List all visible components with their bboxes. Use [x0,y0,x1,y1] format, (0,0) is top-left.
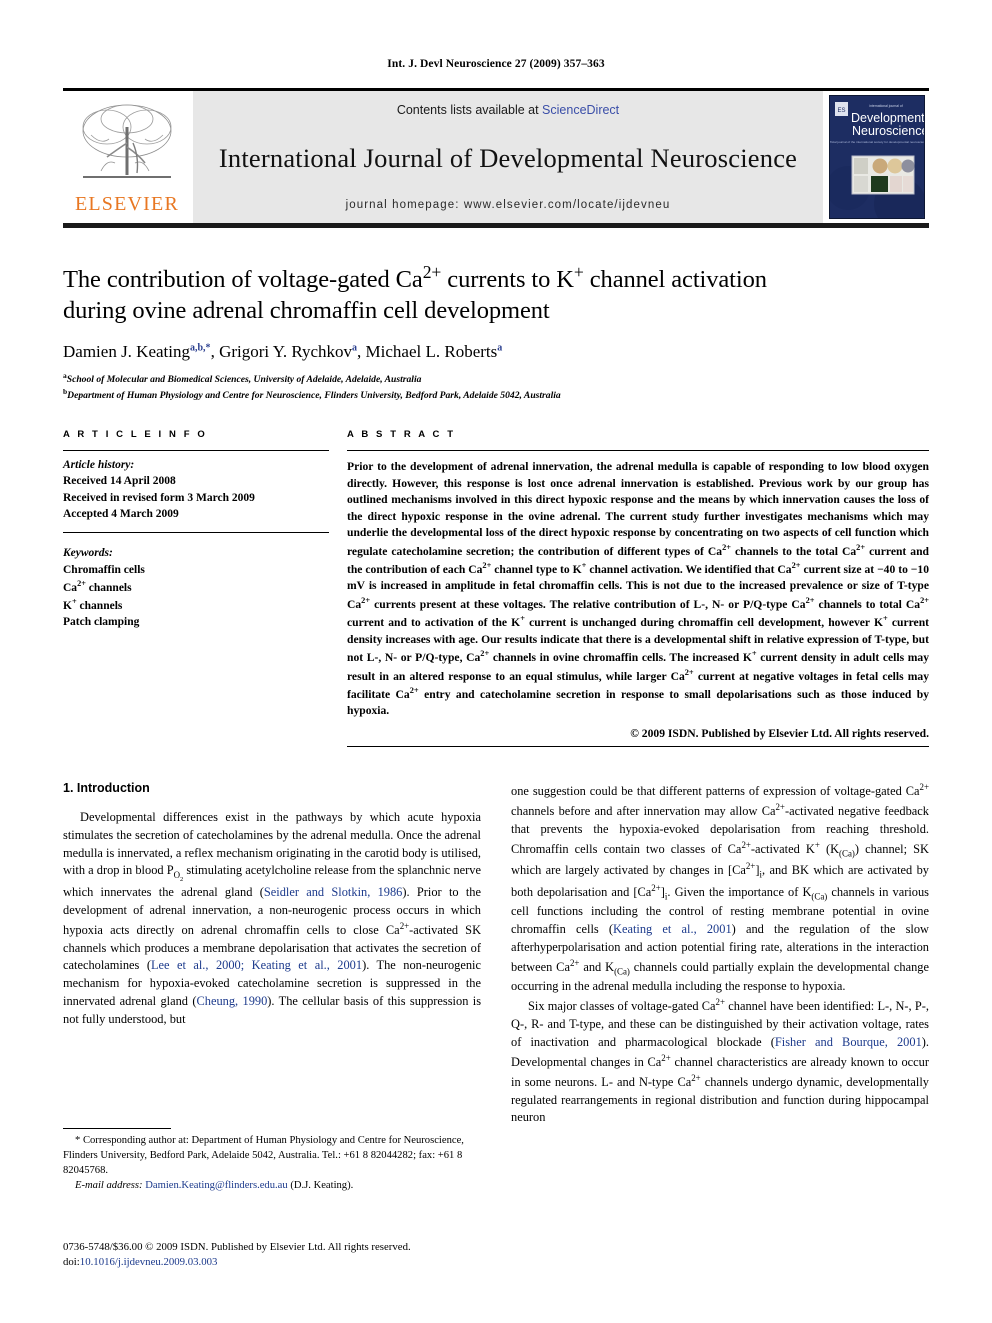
keyword-item: Chromaffin cells [63,563,145,576]
title-line-1: The contribution of voltage-gated Ca2+ c… [63,262,767,294]
svg-text:official journal of the intern: official journal of the international so… [830,140,925,144]
keywords-block: Keywords: Chromaffin cells Ca2+ channels… [63,532,329,630]
article-info-column: A R T I C L E I N F O Article history: R… [63,429,347,747]
history-item: Accepted 4 March 2009 [63,508,179,521]
footer-issn-block: 0736-5748/$36.00 © 2009 ISDN. Published … [63,1240,493,1271]
affiliation: aSchool of Molecular and Biomedical Scie… [63,371,929,387]
inline-reference[interactable]: Keating et al., 2001 [613,922,732,936]
inline-reference[interactable]: Seidler and Slotkin, 1986 [264,885,403,899]
svg-text:ES: ES [837,108,845,114]
abstract-text: Prior to the development of adrenal inne… [347,460,930,718]
doi-link[interactable]: 10.1016/j.ijdevneu.2009.03.003 [80,1256,218,1268]
journal-band: Contents lists available at ScienceDirec… [191,91,825,223]
history-item: Received in revised form 3 March 2009 [63,491,255,504]
inline-reference[interactable]: Lee et al., 2000; Keating et al., 2001 [151,958,362,972]
abstract-heading: A B S T R A C T [347,429,456,441]
paragraph: Six major classes of voltage-gated Ca2+ … [511,996,929,1125]
abstract-column: A B S T R A C T Prior to the development… [347,429,929,747]
sciencedirect-link[interactable]: ScienceDirect [542,103,619,117]
svg-text:international journal of: international journal of [869,104,902,108]
info-abstract-region: A R T I C L E I N F O Article history: R… [63,429,929,747]
footnote-area: * Corresponding author at: Department of… [63,1128,481,1194]
journal-article-page: Int. J. Devl Neuroscience 27 (2009) 357–… [0,0,992,1323]
article-history-label: Article history: [63,459,135,472]
doi-prefix: doi: [63,1256,80,1269]
author-name[interactable]: Damien J. Keating [63,342,190,361]
doi-line: doi:10.1016/j.ijdevneu.2009.03.003 [63,1255,493,1270]
issn-line: 0736-5748/$36.00 © 2009 ISDN. Published … [63,1241,411,1253]
email-suffix: (D.J. Keating). [290,1179,354,1191]
inline-reference[interactable]: Cheung, 1990 [197,994,268,1008]
email-label: E-mail address: [75,1179,143,1191]
history-item: Received 14 April 2008 [63,475,176,488]
corresponding-author-note: * Corresponding author at: Department of… [63,1135,464,1176]
abstract-bottom-rule [347,745,929,747]
author-affiliation-marks: a [497,342,503,354]
svg-text:Developmental: Developmental [851,111,925,125]
email-note: E-mail address: Damien.Keating@flinders.… [63,1179,481,1194]
article-history-block: Article history: Received 14 April 2008 … [63,451,329,522]
elsevier-logo: ELSEVIER [63,91,191,223]
footnote-divider [63,1128,171,1129]
paragraph: one suggestion could be that different p… [511,781,930,993]
title-line-2: during ovine adrenal chromaffin cell dev… [63,296,550,324]
affiliation-text: School of Molecular and Biomedical Scien… [66,374,422,386]
cover-image: ES international journal of Developmenta… [829,95,925,219]
keywords-label: Keywords: [63,547,113,560]
author-affiliation-marks: a [352,342,358,354]
inline-reference[interactable]: Fisher and Bourque, 2001 [775,1035,922,1049]
author-name[interactable]: Michael L. Roberts [366,342,498,361]
body-column-left: 1. Introduction Developmental difference… [63,781,481,1127]
email-link[interactable]: Damien.Keating@flinders.edu.au [145,1180,287,1191]
author-list: Damien J. Keatinga,b,*, Grigori Y. Rychk… [63,341,503,361]
affiliation: bDepartment of Human Physiology and Cent… [63,387,929,403]
keyword-item: Patch clamping [63,616,140,629]
author-affiliation-marks: a,b,* [190,342,211,354]
journal-cover-thumbnail[interactable]: ES international journal of Developmenta… [825,91,929,223]
page-title: The contribution of voltage-gated Ca2+ c… [63,262,929,326]
article-info-heading: A R T I C L E I N F O [63,429,208,441]
title-block: The contribution of voltage-gated Ca2+ c… [63,262,929,403]
contents-prefix: Contents lists available at [396,103,543,117]
paragraph: Developmental differences exist in the p… [63,809,482,1027]
body-column-right: one suggestion could be that different p… [511,781,929,1127]
author-name[interactable]: Grigori Y. Rychkov [219,342,352,361]
keyword-item: Ca2+ channels [63,579,132,594]
elsevier-wordmark: ELSEVIER [74,193,180,215]
section-heading-introduction: 1. Introduction [63,780,150,795]
contents-available-line: Contents lists available at ScienceDirec… [397,103,619,117]
cover-artwork-icon: ES international journal of Developmenta… [830,96,925,218]
journal-title: International Journal of Developmental N… [218,142,798,173]
journal-masthead: ELSEVIER Contents lists available at Sci… [63,88,929,228]
affiliation-text: Department of Human Physiology and Centr… [67,390,561,402]
elsevier-tree-icon [82,104,172,178]
article-body: 1. Introduction Developmental difference… [63,781,929,1127]
svg-text:Neuroscience: Neuroscience [852,124,925,138]
abstract-copyright: © 2009 ISDN. Published by Elsevier Ltd. … [630,726,929,740]
keyword-item: K+ channels [63,597,123,613]
journal-homepage[interactable]: journal homepage: www.elsevier.com/locat… [346,199,671,211]
running-head: Int. J. Devl Neuroscience 27 (2009) 357–… [387,58,605,70]
